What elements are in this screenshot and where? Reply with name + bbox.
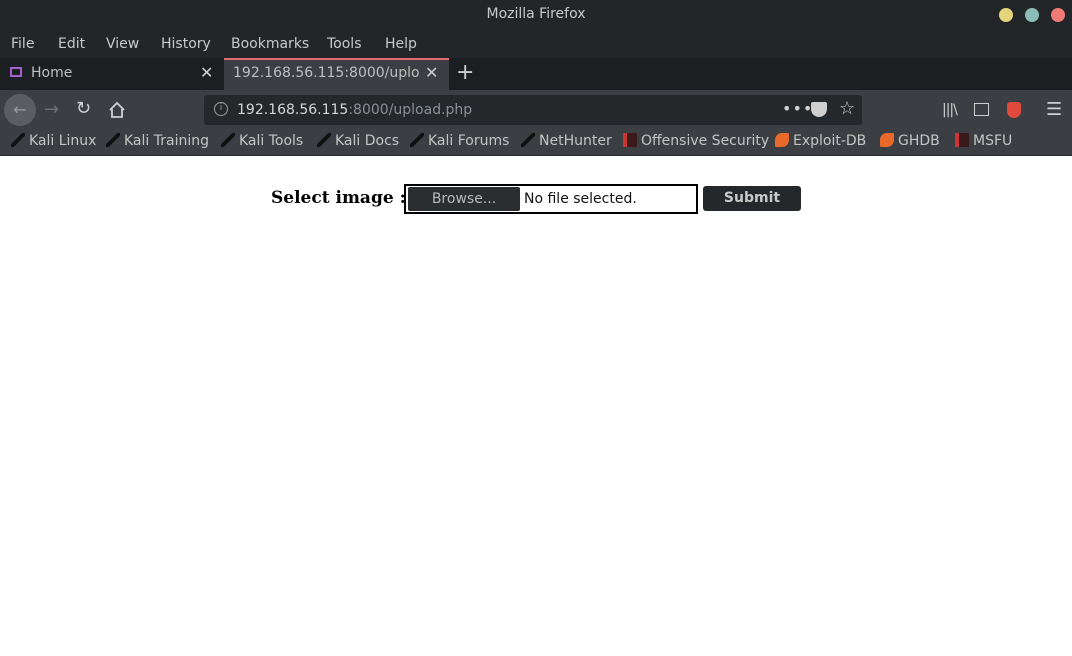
info-icon[interactable]: i (214, 102, 228, 116)
kali-dragon-icon (221, 133, 235, 147)
bookmark-label: Kali Docs (335, 133, 400, 149)
select-image-label: Select image : (271, 188, 406, 208)
menu-help[interactable]: Help (385, 36, 417, 52)
back-button[interactable]: ← (4, 94, 36, 126)
menu-bookmarks[interactable]: Bookmarks (231, 36, 309, 52)
bookmark-label: MSFU (973, 133, 1013, 149)
menu-history[interactable]: History (161, 36, 211, 52)
reload-icon: ↻ (76, 98, 92, 119)
bookmark-star-icon[interactable]: ☆ (839, 98, 855, 119)
bookmark-label: Kali Tools (239, 133, 304, 149)
menu-view[interactable]: View (106, 36, 139, 52)
bookmark-label: Kali Forums (428, 133, 510, 149)
hamburger-menu-icon[interactable]: ☰ (1046, 99, 1062, 120)
menu-tools[interactable]: Tools (327, 36, 362, 52)
forward-button[interactable]: → (44, 100, 59, 120)
page-content: Select image : Browse... No file selecte… (0, 156, 1072, 656)
page-actions-icon[interactable]: ••• (782, 99, 813, 118)
bookmark-kali-docs[interactable]: Kali Docs (317, 133, 399, 149)
submit-button[interactable]: Submit (703, 186, 801, 211)
tab-home-label: Home (31, 65, 73, 81)
bookmarks-bar: Kali Linux Kali Training Kali Tools Kali… (0, 130, 1072, 156)
kali-dragon-icon (11, 133, 25, 147)
bookmark-kali-tools[interactable]: Kali Tools (221, 133, 303, 149)
tab-upload-label: 192.168.56.115:8000/upload (233, 65, 419, 81)
file-input[interactable]: Browse... No file selected. (404, 184, 698, 214)
tab-home[interactable]: Home ✕ (0, 58, 224, 90)
exploit-db-icon (775, 133, 789, 147)
maximize-button[interactable] (1025, 8, 1039, 22)
bookmark-kali-forums[interactable]: Kali Forums (410, 133, 509, 149)
menu-edit[interactable]: Edit (58, 36, 85, 52)
sidebar-icon[interactable] (974, 103, 989, 116)
close-tab-icon[interactable]: ✕ (200, 63, 213, 82)
bookmark-label: Kali Training (124, 133, 209, 149)
bookmark-label: Offensive Security (641, 133, 770, 149)
bookmark-label: Exploit-DB (793, 133, 867, 149)
url-path: :8000/upload.php (348, 102, 473, 118)
pocket-icon[interactable] (811, 102, 827, 117)
url-host: 192.168.56.115 (237, 102, 349, 118)
bookmark-offensive-security[interactable]: Offensive Security (623, 133, 769, 149)
tab-upload[interactable]: 192.168.56.115:8000/upload ✕ (224, 58, 449, 90)
back-arrow-icon: ← (13, 100, 27, 119)
window-title: Mozilla Firefox (486, 6, 586, 22)
close-tab-icon[interactable]: ✕ (425, 63, 438, 82)
tab-bar: Home ✕ 192.168.56.115:8000/upload ✕ + (0, 58, 1072, 90)
file-status-text: No file selected. (524, 191, 637, 207)
home-button[interactable] (108, 101, 126, 123)
offsec-icon (955, 133, 969, 147)
browse-button[interactable]: Browse... (408, 187, 520, 211)
kali-dragon-icon (410, 133, 424, 147)
new-tab-button[interactable]: + (456, 61, 474, 85)
url-text[interactable]: 192.168.56.115:8000/upload.php (237, 102, 472, 118)
menu-bar: File Edit View History Bookmarks Tools H… (0, 30, 1072, 58)
kali-dragon-icon (521, 133, 535, 147)
bookmark-label: Kali Linux (29, 133, 97, 149)
exploit-db-icon (880, 133, 894, 147)
url-bar[interactable]: i 192.168.56.115:8000/upload.php ••• ☆ (204, 95, 862, 125)
offsec-icon (623, 133, 637, 147)
forward-arrow-icon: → (44, 99, 60, 120)
bookmark-msfu[interactable]: MSFU (955, 133, 1012, 149)
menu-file[interactable]: File (11, 36, 34, 52)
close-window-button[interactable] (1051, 8, 1065, 22)
navigation-bar: ← → ↻ i 192.168.56.115:8000/upload.php •… (0, 90, 1072, 130)
home-icon (109, 101, 125, 118)
kali-dragon-icon (317, 133, 331, 147)
library-icon[interactable]: |||\ (942, 102, 958, 118)
bookmark-label: NetHunter (539, 133, 612, 149)
bookmark-label: GHDB (898, 133, 940, 149)
bookmark-kali-linux[interactable]: Kali Linux (11, 133, 96, 149)
kali-dragon-icon (106, 133, 120, 147)
title-bar: Mozilla Firefox (0, 0, 1072, 30)
bookmark-ghdb[interactable]: GHDB (880, 133, 940, 149)
bookmark-kali-training[interactable]: Kali Training (106, 133, 209, 149)
reload-button[interactable]: ↻ (76, 99, 91, 119)
bookmark-exploit-db[interactable]: Exploit-DB (775, 133, 866, 149)
addon-shield-icon[interactable] (1007, 102, 1021, 118)
bookmark-nethunter[interactable]: NetHunter (521, 133, 612, 149)
minimize-button[interactable] (999, 8, 1013, 22)
page-icon (10, 67, 22, 77)
